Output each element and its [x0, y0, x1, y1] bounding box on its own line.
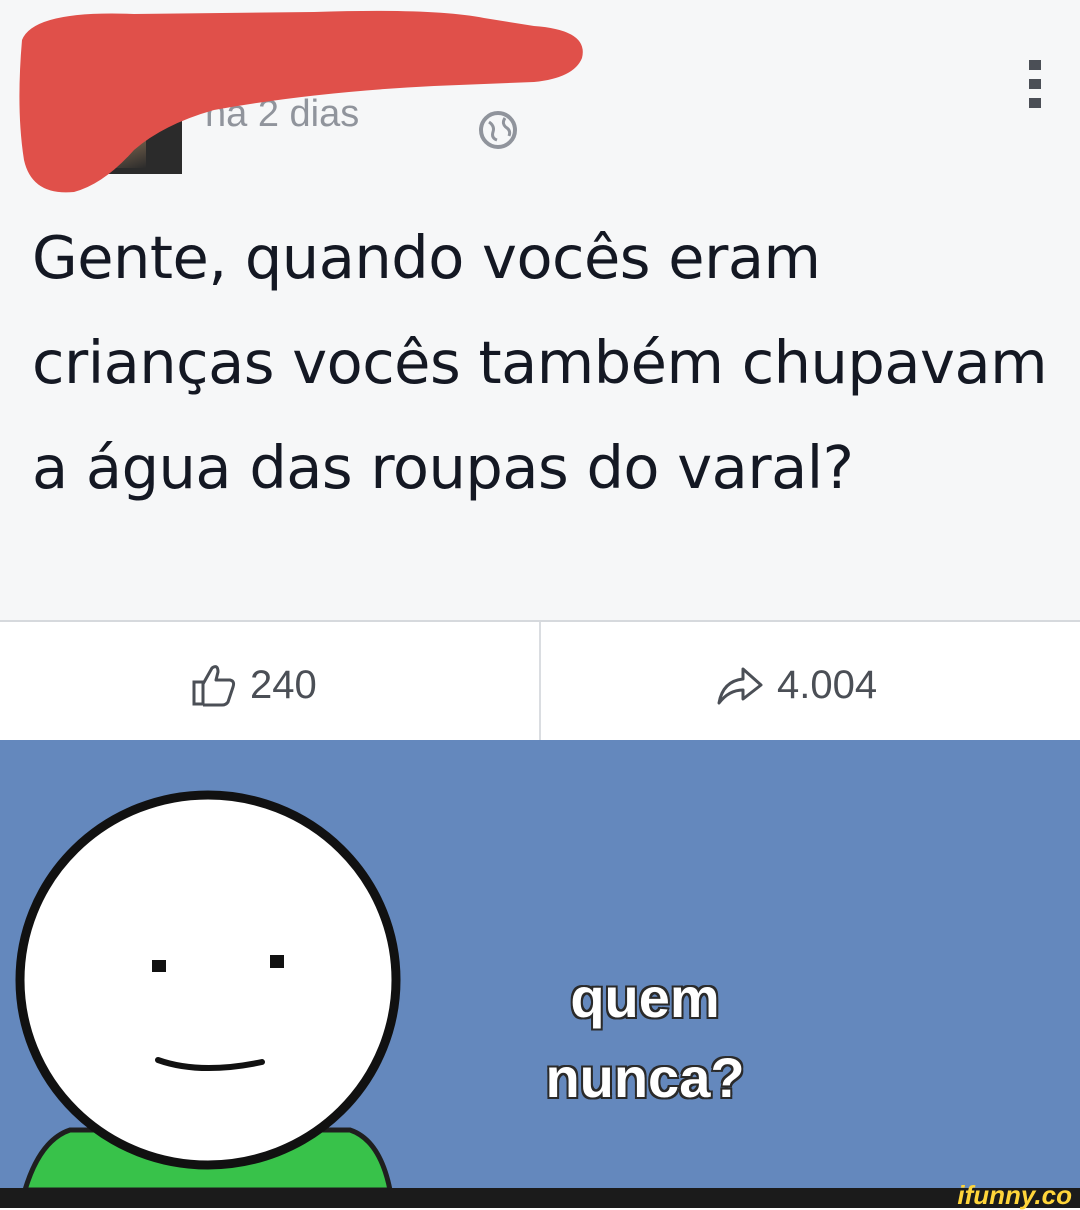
like-count: 240	[250, 662, 317, 707]
meme-caption: quem nunca?	[465, 958, 825, 1118]
action-separator	[539, 622, 541, 740]
meme-caption-line-2: nunca?	[544, 1045, 746, 1111]
ifunny-watermark: ifunny.co	[957, 1180, 1072, 1210]
share-count: 4.004	[777, 662, 878, 707]
thumbs-up-icon	[192, 665, 236, 707]
post-card: há 2 dias Gente, quando vocês eram crian…	[0, 0, 1080, 740]
post-actions-bar: 240 4.004	[0, 622, 1080, 740]
share-icon	[717, 667, 763, 705]
meme-caption-line-1: quem	[569, 965, 721, 1031]
footer-bar: ifunny.co	[0, 1182, 1080, 1208]
share-button[interactable]: 4.004	[715, 660, 877, 710]
redaction-scribble	[19, 10, 583, 193]
like-button[interactable]: 240	[190, 660, 317, 710]
post-body: Gente, quando vocês eram crianças vocês …	[32, 223, 1048, 502]
more-options-icon[interactable]	[1026, 58, 1044, 110]
meme-panel: quem nunca?	[0, 740, 1080, 1190]
smiling-face-character	[15, 790, 401, 1190]
